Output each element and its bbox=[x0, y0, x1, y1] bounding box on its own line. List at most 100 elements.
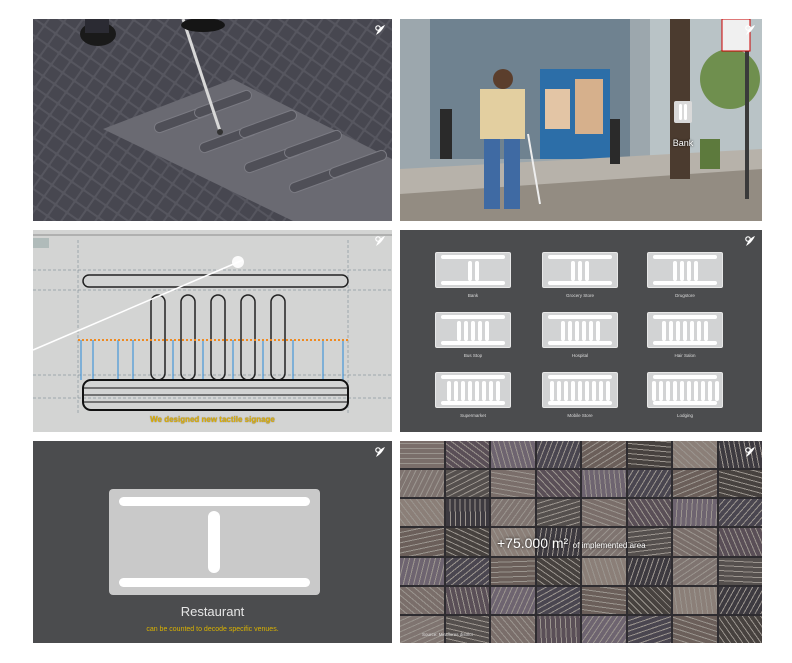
tile-bar bbox=[686, 261, 691, 281]
mosaic-tile bbox=[718, 557, 762, 585]
mosaic-tile bbox=[673, 615, 717, 643]
tile-bar bbox=[485, 321, 489, 341]
tile-bar bbox=[665, 381, 670, 401]
blueprint-caption: We designed new tactile signage bbox=[150, 415, 275, 424]
mosaic-tile bbox=[673, 528, 717, 556]
mosaic-tile bbox=[718, 615, 762, 643]
venue-label: Drugstore bbox=[675, 293, 695, 298]
tile-bar bbox=[606, 381, 610, 401]
tile-bar bbox=[697, 321, 701, 341]
venue-card: Supermarket bbox=[435, 372, 511, 418]
tile-bar bbox=[669, 321, 673, 341]
tile-bar bbox=[567, 321, 572, 341]
tile-top-rail bbox=[441, 315, 505, 319]
mosaic-tile bbox=[627, 557, 671, 585]
tile-top-rail bbox=[548, 315, 612, 319]
brand-logo-icon bbox=[743, 445, 757, 459]
mosaic-tile bbox=[536, 557, 580, 585]
mosaic-tile bbox=[718, 499, 762, 527]
tile-bar bbox=[707, 381, 712, 401]
mosaic-tile bbox=[445, 470, 489, 498]
mosaic-tile bbox=[445, 441, 489, 469]
restaurant-subtitle: can be counted to decode specific venues… bbox=[146, 626, 279, 633]
tile-bar bbox=[676, 321, 680, 341]
mosaic-tile bbox=[491, 499, 535, 527]
tile-bar bbox=[571, 261, 575, 281]
tile-bar bbox=[560, 321, 565, 341]
mosaic-tile bbox=[582, 557, 626, 585]
tile-bar bbox=[693, 381, 698, 401]
mosaic-tile bbox=[536, 499, 580, 527]
mosaic-tile bbox=[673, 499, 717, 527]
mosaic-tile bbox=[582, 470, 626, 498]
mosaic-tile bbox=[627, 586, 671, 614]
tile-bar bbox=[585, 381, 589, 401]
mosaic-tile bbox=[627, 441, 671, 469]
venue-label: Hair Salon bbox=[674, 353, 696, 358]
mosaic-tile bbox=[491, 470, 535, 498]
source-note: Source: Miraflores district bbox=[422, 632, 473, 637]
mosaic-tile bbox=[445, 499, 489, 527]
tile-bar bbox=[700, 381, 705, 401]
tile-bar-group bbox=[648, 381, 722, 401]
tile-bar bbox=[467, 261, 472, 281]
venue-tactile-tile bbox=[647, 312, 723, 348]
mosaic-tile bbox=[491, 441, 535, 469]
mosaic-tile bbox=[400, 499, 444, 527]
tile-bar bbox=[453, 381, 458, 401]
mosaic-tile bbox=[718, 470, 762, 498]
tactile-paving-photo bbox=[33, 19, 392, 221]
stat-text: of implemented area bbox=[572, 541, 646, 550]
mosaic-tile bbox=[445, 528, 489, 556]
tile-bottom-rail bbox=[441, 281, 505, 285]
tile-bottom-rail bbox=[548, 281, 612, 285]
tile-bottom-rail bbox=[653, 281, 717, 285]
venue-card: Lodging bbox=[647, 372, 723, 418]
tile-bar-group bbox=[436, 321, 510, 341]
tile-bar bbox=[599, 381, 603, 401]
mosaic-tile bbox=[491, 557, 535, 585]
mosaic-tile bbox=[445, 615, 489, 643]
tile-top-rail bbox=[548, 255, 612, 259]
tile-bar bbox=[658, 381, 663, 401]
venue-tactile-tile bbox=[647, 372, 723, 408]
tile-top-rail bbox=[441, 255, 505, 259]
venue-label: Hospital bbox=[571, 353, 589, 358]
venue-label: Grocery Store bbox=[565, 293, 594, 298]
tile-bar bbox=[457, 321, 461, 341]
street-photo: Bank bbox=[400, 19, 762, 221]
stat-number: +75.000 m² bbox=[497, 535, 569, 551]
venue-card: Hospital bbox=[542, 312, 618, 358]
mosaic-tile bbox=[536, 586, 580, 614]
bank-tactile-tile bbox=[674, 101, 692, 123]
venue-card: Mobile Store bbox=[542, 372, 618, 418]
tile-bar bbox=[446, 381, 451, 401]
tile-bar bbox=[714, 381, 719, 401]
blueprint-illustration bbox=[33, 230, 392, 432]
mosaic-tile bbox=[400, 586, 444, 614]
tile-top-rail bbox=[441, 375, 505, 379]
mosaic-tile bbox=[400, 557, 444, 585]
restaurant-title: Restaurant bbox=[180, 604, 245, 619]
tile-top-rail bbox=[653, 315, 717, 319]
mosaic-tile bbox=[718, 586, 762, 614]
mosaic-tile bbox=[445, 557, 489, 585]
brand-logo-icon bbox=[373, 445, 387, 459]
tile-bottom-rail bbox=[548, 341, 612, 345]
mosaic-tile bbox=[673, 557, 717, 585]
tile-top-rail bbox=[119, 497, 310, 506]
bank-sign-label: Bank bbox=[672, 138, 694, 148]
venue-card: Grocery Store bbox=[542, 252, 618, 298]
tile-bottom-rail bbox=[441, 401, 505, 405]
tile-top-rail bbox=[653, 375, 717, 379]
mosaic-tile bbox=[582, 499, 626, 527]
venue-signage-grid: Bank Grocery Store Drugstore Bus Stop Hospit… bbox=[400, 230, 762, 432]
tile-center-bar bbox=[208, 511, 220, 573]
mosaic-tile bbox=[582, 586, 626, 614]
brand-logo-icon bbox=[743, 234, 757, 248]
tile-bar bbox=[467, 381, 472, 401]
venue-tactile-tile bbox=[435, 252, 511, 288]
tile-bar bbox=[585, 261, 589, 281]
tile-bar bbox=[481, 381, 486, 401]
mosaic-tile bbox=[582, 615, 626, 643]
